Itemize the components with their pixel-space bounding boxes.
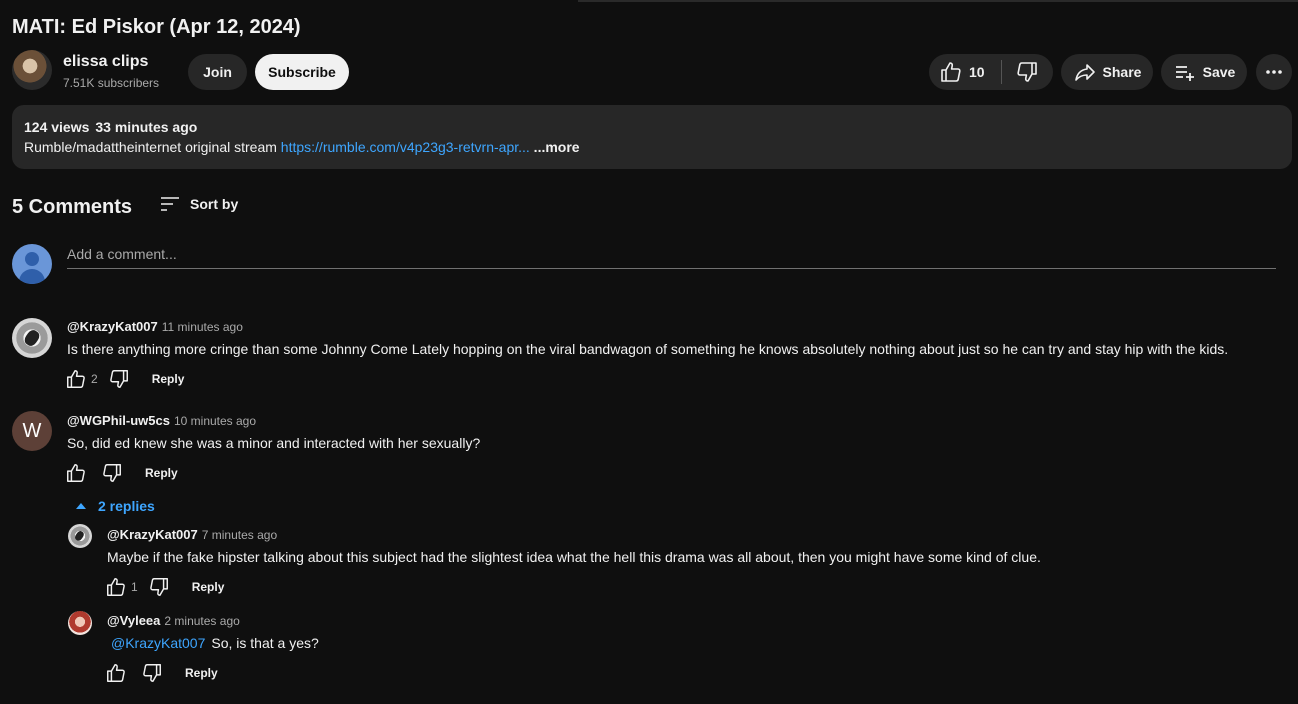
comment-like-count: 2 — [91, 372, 98, 386]
save-label: Save — [1202, 64, 1236, 80]
comment-header: @KrazyKat007 11 minutes ago — [67, 319, 243, 334]
comment-actions: Reply — [65, 463, 178, 483]
comment-text: @KrazyKat007 So, is that a yes? — [107, 635, 319, 651]
comment-author[interactable]: @KrazyKat007 — [107, 527, 198, 542]
thumbs-down-icon[interactable] — [148, 576, 170, 598]
description-link[interactable]: https://rumble.com/v4p23g3-retvrn-apr... — [281, 139, 530, 155]
add-comment-input[interactable]: Add a comment... — [67, 246, 177, 262]
commenter-avatar[interactable] — [68, 524, 92, 548]
comment-header: @Vyleea 2 minutes ago — [107, 613, 240, 628]
comment-time[interactable]: 11 minutes ago — [162, 320, 243, 334]
comment-author[interactable]: @WGPhil-uw5cs — [67, 413, 170, 428]
share-icon — [1074, 64, 1095, 81]
commenter-avatar[interactable] — [68, 611, 92, 635]
channel-avatar[interactable] — [12, 50, 52, 90]
video-title: MATI: Ed Piskor (Apr 12, 2024) — [12, 16, 301, 38]
thumbs-up-icon[interactable] — [65, 462, 87, 484]
video-stats: 124 views 33 minutes ago — [24, 119, 203, 135]
sort-by-button[interactable]: Sort by — [160, 194, 238, 214]
subscriber-count: 7.51K subscribers — [63, 76, 160, 90]
comment-actions: 1 Reply — [105, 577, 224, 597]
reply-body: So, is that a yes? — [211, 635, 319, 651]
thumbs-down-icon[interactable] — [141, 662, 163, 684]
like-dislike-group: 10 — [929, 54, 1053, 90]
sort-icon — [161, 197, 179, 211]
comment-text: So, did ed knew she was a minor and inte… — [67, 435, 481, 451]
share-label: Share — [1102, 64, 1142, 80]
comment-text: Is there anything more cringe than some … — [67, 341, 1229, 357]
comment-actions: Reply — [105, 663, 218, 683]
thumbs-down-icon[interactable] — [108, 368, 130, 390]
save-button[interactable]: Save — [1161, 54, 1247, 90]
reply-button[interactable]: Reply — [145, 466, 178, 480]
dislike-button[interactable] — [1002, 54, 1052, 90]
show-more-link[interactable]: ...more — [530, 139, 580, 155]
join-button[interactable]: Join — [188, 54, 247, 90]
thumbs-up-icon[interactable] — [65, 368, 87, 390]
comment-like-count: 1 — [131, 580, 138, 594]
reply-button[interactable]: Reply — [152, 372, 185, 386]
caret-up-icon — [76, 503, 86, 509]
replies-toggle-label: 2 replies — [98, 498, 155, 514]
like-button[interactable]: 10 — [929, 54, 1001, 90]
comment-text: Maybe if the fake hipster talking about … — [107, 549, 1041, 565]
more-horizontal-icon — [1266, 70, 1282, 74]
comment-time[interactable]: 2 minutes ago — [164, 614, 239, 628]
commenter-avatar[interactable]: W — [12, 411, 52, 451]
more-actions-button[interactable] — [1256, 54, 1292, 90]
like-count: 10 — [969, 64, 985, 80]
share-button[interactable]: Share — [1061, 54, 1153, 90]
progress-divider — [578, 0, 1298, 2]
description-text: Rumble/madattheinternet original stream — [24, 139, 281, 155]
add-comment-underline — [67, 268, 1276, 269]
comment-actions: 2 Reply — [65, 369, 184, 389]
upload-time: 33 minutes ago — [95, 119, 198, 135]
subscribe-button[interactable]: Subscribe — [255, 54, 349, 90]
thumbs-up-icon — [939, 60, 963, 84]
comments-count: 5 Comments — [12, 196, 133, 218]
channel-name[interactable]: elissa clips — [63, 53, 148, 71]
comment-header: @KrazyKat007 7 minutes ago — [107, 527, 277, 542]
thumbs-up-icon[interactable] — [105, 576, 127, 598]
reply-button[interactable]: Reply — [192, 580, 225, 594]
comment-header: @WGPhil-uw5cs 10 minutes ago — [67, 413, 256, 428]
description-line: Rumble/madattheinternet original stream … — [24, 139, 580, 155]
mention-link[interactable]: @KrazyKat007 — [111, 635, 205, 651]
description-box[interactable]: 124 views 33 minutes ago Rumble/madatthei… — [12, 105, 1292, 169]
reply-button[interactable]: Reply — [185, 666, 218, 680]
playlist-add-icon — [1175, 66, 1194, 81]
commenter-avatar[interactable] — [12, 318, 52, 358]
comment-time[interactable]: 7 minutes ago — [202, 528, 277, 542]
thumbs-down-icon[interactable] — [101, 462, 123, 484]
thumbs-down-icon — [1015, 60, 1039, 84]
replies-toggle[interactable]: 2 replies — [76, 498, 155, 514]
comment-author[interactable]: @Vyleea — [107, 613, 160, 628]
user-avatar — [12, 244, 52, 284]
comment-author[interactable]: @KrazyKat007 — [67, 319, 158, 334]
comment-time[interactable]: 10 minutes ago — [174, 414, 256, 428]
thumbs-up-icon[interactable] — [105, 662, 127, 684]
view-count: 124 views — [24, 119, 90, 135]
sort-by-label: Sort by — [190, 196, 239, 212]
